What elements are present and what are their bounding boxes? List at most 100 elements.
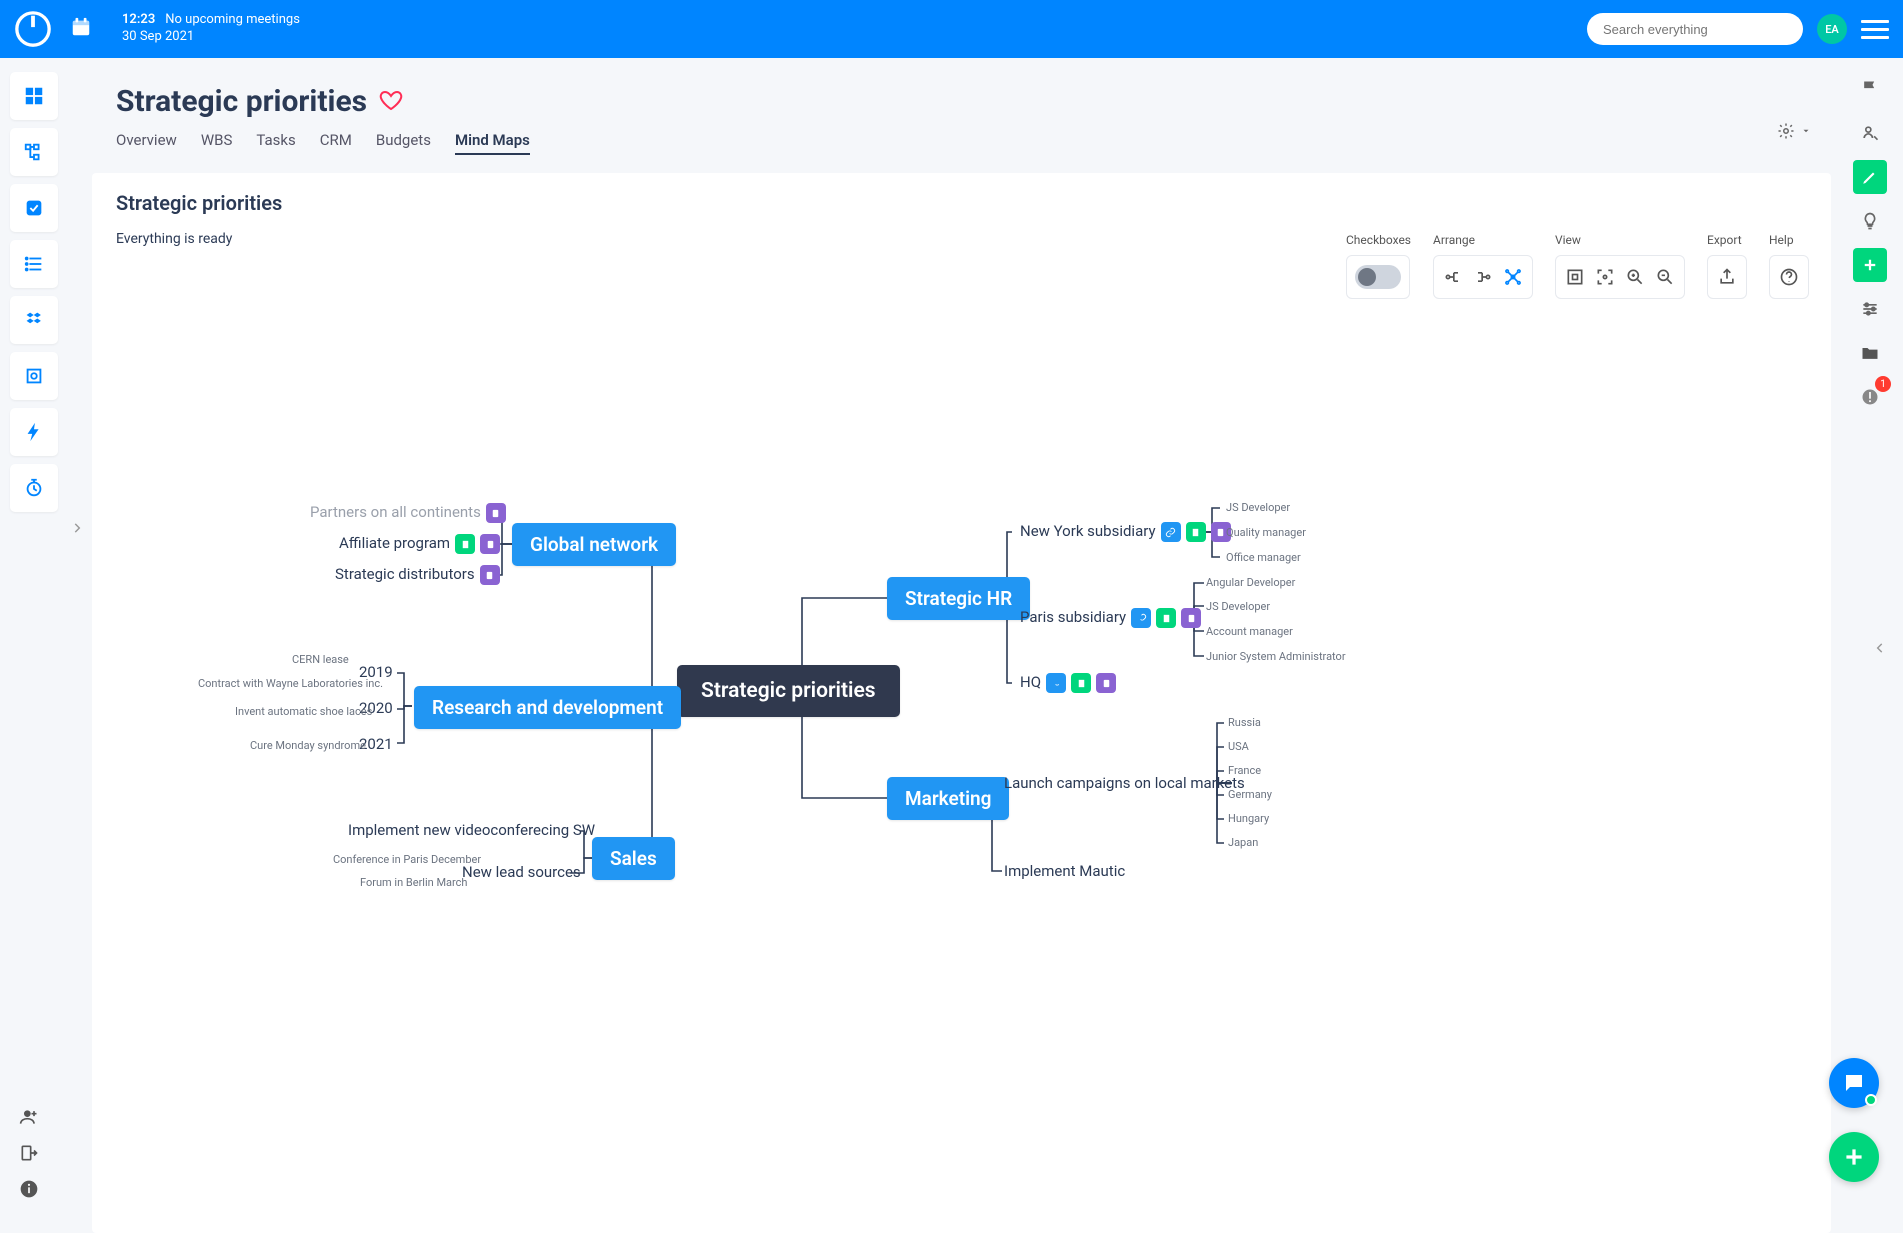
toolbar-arrange-label: Arrange (1433, 233, 1475, 247)
node-js2[interactable]: JS Developer (1206, 600, 1270, 613)
toolbar-export-label: Export (1707, 233, 1742, 247)
avatar[interactable]: EA (1817, 14, 1847, 44)
search-person-icon[interactable] (1853, 116, 1887, 150)
heart-icon[interactable] (379, 88, 403, 116)
doc-icon (1071, 673, 1091, 693)
search-input[interactable] (1603, 22, 1787, 37)
mindmap-panel: Strategic priorities Everything is ready… (92, 173, 1831, 1233)
flag-icon[interactable] (1853, 72, 1887, 106)
node-hr[interactable]: Strategic HR (887, 577, 1030, 620)
node-mautic[interactable]: Implement Mautic (1004, 862, 1125, 880)
header-date: 30 Sep 2021 (122, 29, 300, 46)
node-marketing[interactable]: Marketing (887, 777, 1009, 820)
node-shoe[interactable]: Invent automatic shoe laces (235, 705, 372, 718)
node-monday[interactable]: Cure Monday syndrome (250, 739, 366, 752)
top-header: 12:23 No upcoming meetings 30 Sep 2021 EA (0, 0, 1903, 58)
node-account[interactable]: Account manager (1206, 625, 1293, 638)
chevron-left-icon[interactable] (1873, 640, 1887, 659)
node-russia[interactable]: Russia (1228, 716, 1261, 729)
tab-wbs[interactable]: WBS (201, 131, 233, 155)
checkboxes-toggle[interactable] (1355, 265, 1401, 289)
node-hungary[interactable]: Hungary (1228, 812, 1269, 825)
node-sales[interactable]: Sales (592, 837, 675, 880)
node-sysadmin[interactable]: Junior System Administrator (1206, 650, 1346, 663)
node-launch[interactable]: Launch campaigns on local markets (1004, 774, 1245, 792)
node-global-network[interactable]: Global network (512, 523, 676, 566)
header-time: 12:23 (122, 12, 155, 27)
help-icon[interactable] (1778, 266, 1800, 288)
gear-icon[interactable] (1777, 122, 1811, 140)
sidebar-bolt-icon[interactable] (10, 408, 58, 456)
node-conf-paris[interactable]: Conference in Paris December (333, 853, 481, 866)
node-js1[interactable]: JS Developer (1226, 501, 1290, 514)
hamburger-icon[interactable] (1861, 15, 1889, 43)
sidebar-clock-icon[interactable] (10, 464, 58, 512)
node-root[interactable]: Strategic priorities (677, 665, 900, 717)
logo-icon[interactable] (14, 10, 52, 48)
sidebar-check-icon[interactable] (10, 184, 58, 232)
sidebar-frame-icon[interactable] (10, 352, 58, 400)
node-office[interactable]: Office manager (1226, 551, 1301, 564)
add-panel-icon[interactable] (1853, 248, 1887, 282)
add-user-icon[interactable] (18, 1106, 40, 1128)
clipboard-icon (1096, 673, 1116, 693)
tab-tasks[interactable]: Tasks (256, 131, 295, 155)
mindmap-canvas[interactable]: Strategic priorities Global network Part… (92, 303, 1831, 1233)
logout-icon[interactable] (18, 1142, 40, 1164)
tab-budgets[interactable]: Budgets (376, 131, 431, 155)
fit-icon[interactable] (1564, 266, 1586, 288)
node-japan[interactable]: Japan (1228, 836, 1258, 849)
arrange-left-icon[interactable] (1472, 266, 1494, 288)
node-wayne[interactable]: Contract with Wayne Laboratories inc. (198, 677, 383, 690)
node-germany[interactable]: Germany (1228, 788, 1272, 801)
focus-icon[interactable] (1594, 266, 1616, 288)
arrange-right-icon[interactable] (1442, 266, 1464, 288)
edit-icon[interactable] (1853, 160, 1887, 194)
zoom-in-icon[interactable] (1624, 266, 1646, 288)
node-video[interactable]: Implement new videoconferecing SW (348, 821, 595, 839)
folder-icon[interactable] (1853, 336, 1887, 370)
node-angular[interactable]: Angular Developer (1206, 576, 1295, 589)
sidebar-dropbox-icon[interactable] (10, 296, 58, 344)
node-ny[interactable]: New York subsidiary (1020, 522, 1231, 542)
node-quality[interactable]: Quality manager (1226, 526, 1306, 539)
toolbar-checkboxes-label: Checkboxes (1346, 233, 1411, 247)
chat-fab[interactable] (1829, 1058, 1879, 1108)
search-input-wrapper[interactable] (1587, 13, 1803, 45)
zoom-out-icon[interactable] (1654, 266, 1676, 288)
node-affiliate[interactable]: Affiliate program (339, 534, 500, 554)
node-france[interactable]: France (1228, 764, 1261, 777)
node-cern[interactable]: CERN lease (292, 653, 349, 666)
node-forum-berlin[interactable]: Forum in Berlin March (360, 876, 467, 889)
node-rnd[interactable]: Research and development (414, 686, 681, 729)
add-fab[interactable] (1829, 1132, 1879, 1182)
tab-overview[interactable]: Overview (116, 131, 177, 155)
sidebar-list-icon[interactable] (10, 240, 58, 288)
link-icon (1161, 522, 1181, 542)
chevron-right-icon[interactable] (70, 520, 84, 539)
sidebar-dashboard-icon[interactable] (10, 72, 58, 120)
node-hq[interactable]: HQ (1020, 673, 1116, 693)
panel-title: Strategic priorities (92, 173, 1831, 223)
header-meeting-status: No upcoming meetings (165, 12, 300, 27)
left-sidebar (10, 72, 62, 512)
tab-mindmaps[interactable]: Mind Maps (455, 131, 530, 155)
node-paris[interactable]: Paris subsidiary (1020, 608, 1201, 628)
node-partners[interactable]: Partners on all continents (310, 503, 506, 523)
node-distributors[interactable]: Strategic distributors (335, 565, 500, 585)
clipboard-icon (1181, 608, 1201, 628)
toolbar-view-label: View (1555, 233, 1581, 247)
arrange-radial-icon[interactable] (1502, 266, 1524, 288)
tabs: Overview WBS Tasks CRM Budgets Mind Maps (116, 131, 1807, 155)
export-icon[interactable] (1716, 266, 1738, 288)
page-title: Strategic priorities (116, 84, 367, 119)
notification-icon[interactable]: 1 (1853, 380, 1887, 414)
clipboard-icon (480, 534, 500, 554)
tab-crm[interactable]: CRM (320, 131, 352, 155)
sliders-icon[interactable] (1853, 292, 1887, 326)
node-usa[interactable]: USA (1228, 740, 1249, 753)
lightbulb-icon[interactable] (1853, 204, 1887, 238)
sidebar-hierarchy-icon[interactable] (10, 128, 58, 176)
info-icon[interactable] (18, 1178, 40, 1200)
calendar-icon[interactable] (70, 16, 92, 42)
